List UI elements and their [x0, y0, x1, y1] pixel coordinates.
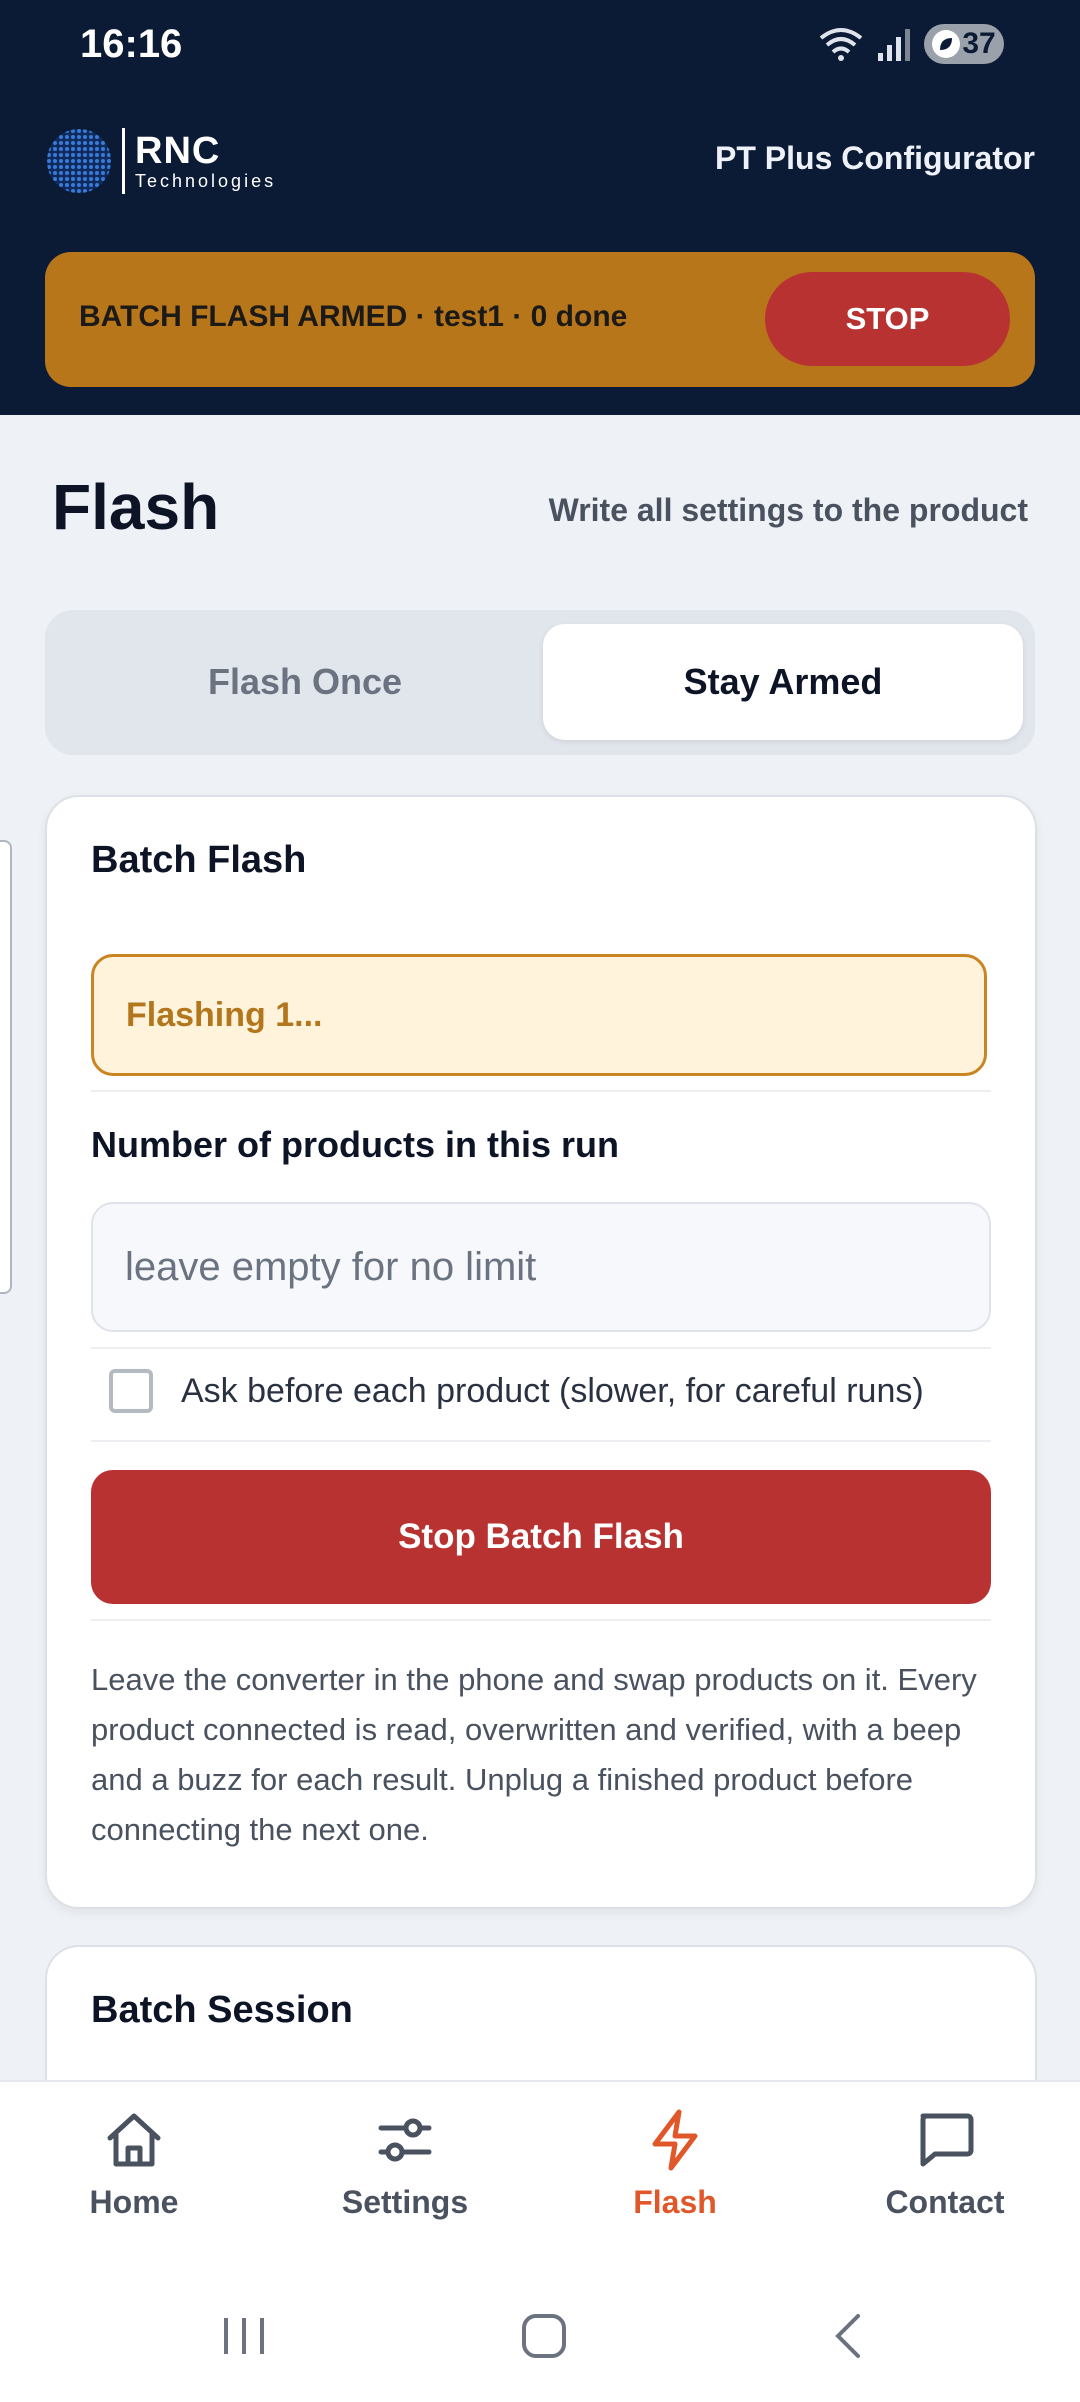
logo-sub: Technologies: [135, 171, 277, 191]
nav-label-home: Home: [89, 2184, 179, 2220]
batch-help-text: Leave the converter in the phone and swa…: [91, 1662, 977, 1847]
batch-armed-banner: BATCH FLASH ARMED · test1 · 0 done STOP: [45, 252, 1035, 387]
divider: [91, 1347, 991, 1349]
product-count-input[interactable]: [91, 1202, 991, 1332]
batch-flash-card: Batch Flash Flashing 1... Number of prod…: [45, 795, 1037, 1909]
back-icon[interactable]: [828, 2312, 868, 2360]
status-time: 16:16: [80, 22, 183, 66]
nav-label-contact: Contact: [885, 2184, 1005, 2220]
app-title: PT Plus Configurator: [715, 140, 1035, 176]
battery-saver-icon: [932, 30, 961, 58]
status-icons: 37: [818, 24, 1004, 64]
battery-indicator: 37: [924, 24, 1004, 64]
bottom-navigation: Home Settings Flash Contact: [0, 2080, 1080, 2402]
battery-level: 37: [962, 27, 996, 60]
batch-session-title: Batch Session: [91, 1989, 353, 2031]
home-button-icon[interactable]: [520, 2312, 568, 2360]
nav-item-flash[interactable]: Flash: [565, 2108, 785, 2221]
chat-icon: [920, 2113, 974, 2167]
flash-once-option[interactable]: Flash Once: [65, 624, 545, 740]
app-header: 16:16 37 RNC Technologies PT Plus Config…: [0, 0, 1080, 415]
page-subtitle: Write all settings to the product: [548, 492, 1028, 528]
divider: [91, 1090, 991, 1092]
company-logo: RNC Technologies: [46, 128, 276, 194]
page-title: Flash: [52, 471, 220, 543]
nav-label-settings: Settings: [341, 2184, 469, 2220]
nav-item-home[interactable]: Home: [24, 2108, 244, 2221]
sliders-icon: [378, 2118, 432, 2162]
nav-item-contact[interactable]: Contact: [835, 2108, 1055, 2221]
recent-apps-icon[interactable]: [220, 2314, 268, 2358]
ask-before-each-checkbox[interactable]: [109, 1369, 153, 1413]
signal-icon: [878, 29, 910, 61]
wifi-icon: [819, 28, 863, 61]
lightning-icon: [652, 2109, 698, 2171]
nav-label-flash: Flash: [633, 2184, 717, 2220]
ask-before-each-row[interactable]: Ask before each product (slower, for car…: [109, 1369, 924, 1413]
flash-mode-toggle: Flash Once Stay Armed: [45, 610, 1035, 755]
logo-divider: [122, 128, 125, 194]
globe-logo-icon: [47, 129, 111, 193]
product-count-label: Number of products in this run: [91, 1124, 619, 1165]
flashing-status: Flashing 1...: [91, 954, 987, 1076]
batch-flash-title: Batch Flash: [91, 839, 307, 881]
divider: [91, 1619, 991, 1621]
nav-item-settings[interactable]: Settings: [295, 2108, 515, 2221]
home-icon: [107, 2113, 161, 2167]
banner-stop-button[interactable]: STOP: [765, 272, 1010, 366]
stay-armed-option[interactable]: Stay Armed: [543, 624, 1023, 740]
divider: [91, 1440, 991, 1442]
logo-text: RNC Technologies: [135, 132, 276, 190]
ask-before-each-label: Ask before each product (slower, for car…: [181, 1371, 924, 1410]
armed-banner-text: BATCH FLASH ARMED · test1 · 0 done: [79, 300, 628, 333]
stop-batch-flash-button[interactable]: Stop Batch Flash: [91, 1470, 991, 1604]
side-edge-handle[interactable]: [0, 840, 12, 1294]
logo-name: RNC: [135, 130, 221, 172]
